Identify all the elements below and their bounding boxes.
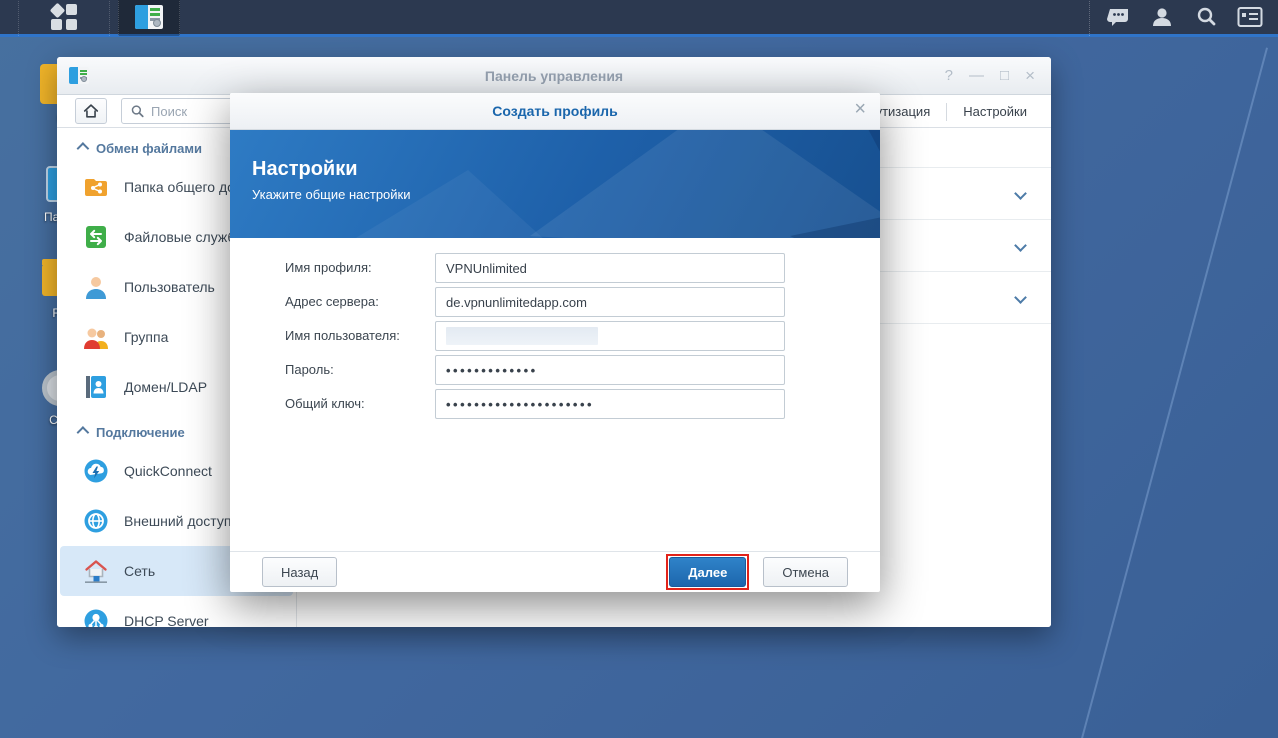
dialog-title: Создать профиль [492, 103, 617, 119]
user-icon [1150, 5, 1174, 29]
help-button[interactable]: ? [945, 67, 953, 84]
profile-name-label: Имя профиля: [285, 253, 435, 283]
masked-shared-key: ••••••••••••••••••••• [446, 397, 594, 412]
quickconnect-icon [82, 457, 110, 485]
section-title: Подключение [96, 425, 185, 440]
window-titlebar[interactable]: Панель управления ? — □ × [57, 57, 1051, 95]
dialog-form: Имя профиля: Адрес сервера: Имя пользова… [230, 238, 880, 419]
shared-key-label: Общий ключ: [285, 389, 435, 419]
content-tabs: рутизация Настройки [853, 95, 1044, 128]
sidebar-item-label: Сеть [124, 563, 155, 579]
cancel-button[interactable]: Отмена [763, 557, 848, 587]
home-button[interactable] [75, 98, 107, 124]
control-panel-app-icon [135, 5, 163, 29]
notifications-button[interactable] [1096, 0, 1140, 36]
sidebar-item-label: DHCP Server [124, 613, 209, 627]
chat-icon [1106, 5, 1130, 29]
taskbar [0, 0, 1278, 37]
username-input[interactable] [435, 321, 785, 351]
network-icon [82, 557, 110, 585]
widgets-icon [1237, 6, 1263, 28]
chevron-up-icon [77, 142, 90, 155]
sidebar-item-label: Группа [124, 329, 168, 345]
banner-heading: Настройки [252, 158, 411, 181]
close-button[interactable]: × [1025, 66, 1035, 86]
banner-subheading: Укажите общие настройки [252, 187, 411, 202]
chevron-down-icon [1014, 291, 1027, 304]
back-button[interactable]: Назад [262, 557, 337, 587]
window-app-icon [69, 67, 89, 84]
maximize-button[interactable]: □ [1000, 67, 1009, 84]
password-label: Пароль: [285, 355, 435, 385]
search-button[interactable] [1184, 0, 1228, 36]
domain-ldap-icon [82, 373, 110, 401]
chevron-up-icon [77, 426, 90, 439]
dialog-footer: Назад Далее Отмена [230, 551, 880, 592]
sidebar-item-label: QuickConnect [124, 463, 212, 479]
shared-folder-icon [82, 173, 110, 201]
username-label: Имя пользователя: [285, 321, 435, 351]
taskbar-control-panel-button[interactable] [118, 0, 180, 36]
chevron-down-icon [1014, 187, 1027, 200]
redacted-username [446, 327, 598, 345]
main-menu-button[interactable] [18, 0, 110, 36]
dialog-banner: Настройки Укажите общие настройки [230, 130, 880, 238]
dialog-header[interactable]: Создать профиль × [230, 93, 880, 130]
profile-name-input[interactable] [435, 253, 785, 283]
group-icon [82, 323, 110, 351]
sidebar-item-dhcp-server[interactable]: DHCP Server [60, 596, 293, 627]
sidebar-item-label: Домен/LDAP [124, 379, 207, 395]
minimize-button[interactable]: — [969, 67, 984, 84]
search-icon [130, 104, 145, 119]
wallpaper-diagonal-line [1069, 47, 1268, 738]
user-menu-button[interactable] [1140, 0, 1184, 36]
main-menu-icon [51, 4, 77, 30]
server-address-input[interactable] [435, 287, 785, 317]
home-icon [82, 102, 100, 120]
next-button[interactable]: Далее [669, 557, 746, 587]
shared-key-input[interactable]: ••••••••••••••••••••• [435, 389, 785, 419]
sidebar-item-label: Файловые служб [124, 229, 235, 245]
section-title: Обмен файлами [96, 141, 202, 156]
password-input[interactable]: ••••••••••••• [435, 355, 785, 385]
window-title: Панель управления [57, 68, 1051, 84]
file-services-icon [82, 223, 110, 251]
sidebar-item-label: Внешний доступ [124, 513, 231, 529]
dhcp-icon [82, 607, 110, 627]
masked-password: ••••••••••••• [446, 363, 538, 378]
chevron-down-icon [1014, 239, 1027, 252]
search-icon [1194, 5, 1218, 29]
external-access-icon [82, 507, 110, 535]
dialog-close-icon[interactable]: × [854, 99, 866, 119]
create-profile-dialog: Создать профиль × Настройки Укажите общи… [230, 93, 880, 592]
widgets-button[interactable] [1228, 0, 1272, 36]
user-icon [82, 273, 110, 301]
click-annotation-box: Далее [666, 554, 749, 590]
server-address-label: Адрес сервера: [285, 287, 435, 317]
tab-settings[interactable]: Настройки [947, 104, 1043, 119]
sidebar-item-label: Папка общего до [124, 179, 235, 195]
sidebar-item-label: Пользователь [124, 279, 215, 295]
